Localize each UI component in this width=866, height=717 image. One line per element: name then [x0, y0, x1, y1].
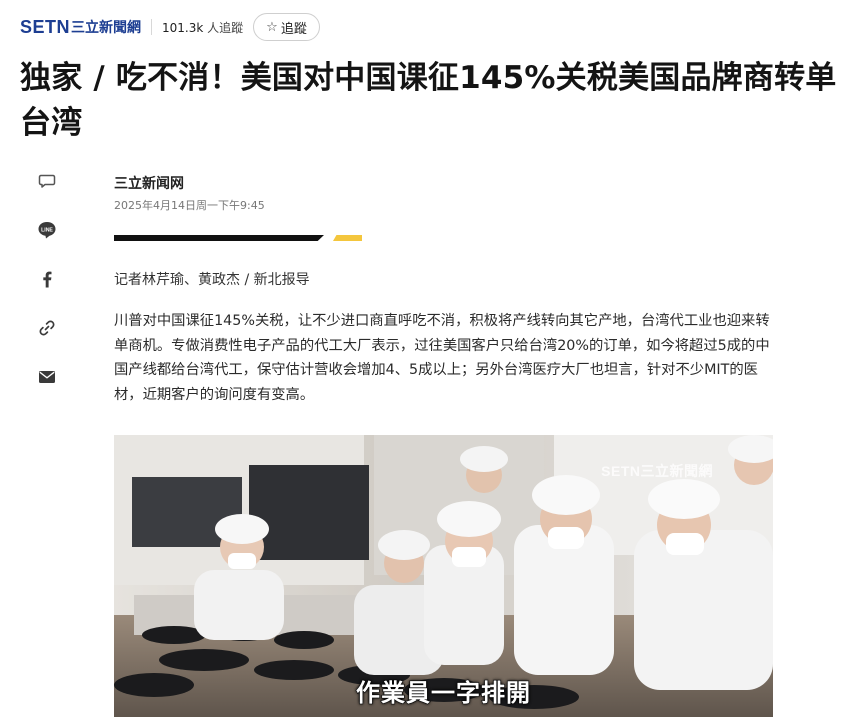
article-paragraph: 川普对中国课征145%关税，让不少进口商直呼吃不消，积极将产线转向其它产地，台湾…	[114, 313, 770, 403]
byline-accent	[333, 235, 362, 241]
comment-button[interactable]	[36, 170, 58, 192]
facebook-share-button[interactable]	[36, 268, 58, 290]
comment-icon	[38, 174, 56, 188]
divider	[151, 19, 153, 35]
logo-text: 三立新聞網	[71, 20, 142, 36]
article-photo[interactable]: SETN三立新聞網 作業員一字排開	[114, 435, 773, 717]
photo-watermark: SETN三立新聞網	[601, 463, 713, 479]
follower-count: 101.3k 人追蹤	[162, 20, 244, 35]
top-bar: SETN 三立新聞網 101.3k 人追蹤 ☆ 追蹤	[20, 12, 320, 42]
article-title: 独家 / 吃不消！美国对中国课征145%关税美国品牌商转单台湾	[20, 60, 837, 141]
star-icon: ☆	[266, 19, 278, 35]
photo-caption: 作業員一字排開	[355, 678, 531, 707]
share-sidebar: LINE	[36, 170, 58, 415]
line-share-button[interactable]: LINE	[36, 219, 58, 241]
byline-divider	[114, 235, 324, 241]
mail-share-button[interactable]	[36, 366, 58, 388]
setn-logo[interactable]: SETN 三立新聞網	[20, 15, 141, 39]
logo-mark: SETN	[20, 16, 71, 37]
svg-text:LINE: LINE	[41, 227, 53, 233]
copy-link-button[interactable]	[36, 317, 58, 339]
follow-button[interactable]: ☆ 追蹤	[253, 13, 320, 41]
source-name[interactable]: 三立新闻网	[114, 173, 184, 193]
reporter-line: 记者林芹瑜、黄政杰 / 新北报导	[114, 272, 310, 288]
link-icon	[39, 320, 55, 336]
follow-button-label: 追蹤	[280, 21, 307, 37]
publish-date: 2025年4月14日周一下午9:45	[114, 199, 265, 212]
line-icon: LINE	[38, 222, 56, 239]
mail-icon	[39, 371, 55, 383]
facebook-icon	[43, 271, 52, 288]
